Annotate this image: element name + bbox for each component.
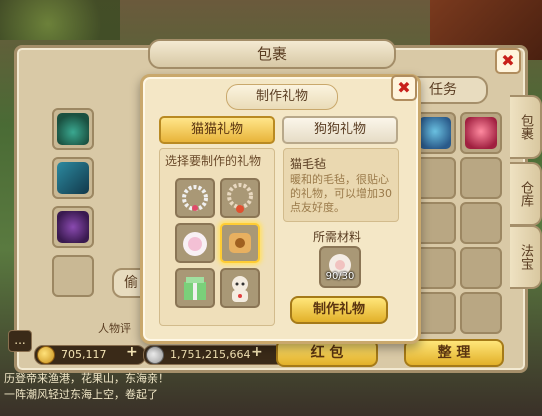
gift-list-label: 选择要制作的礼物 bbox=[165, 154, 262, 168]
blue-mask-icon bbox=[419, 117, 451, 149]
bag-title: 包裹 bbox=[148, 39, 396, 69]
side-tab-treasure[interactable]: 法宝 bbox=[510, 225, 542, 289]
silver-amount: 1,751,215,664 bbox=[143, 345, 289, 365]
gift-item[interactable] bbox=[175, 268, 215, 308]
bead-necklace-icon bbox=[227, 183, 253, 213]
pink-pompom-icon bbox=[183, 232, 207, 256]
bag-slot[interactable] bbox=[460, 202, 502, 244]
weapon-icon bbox=[57, 162, 89, 194]
silver-add-button[interactable]: + bbox=[251, 344, 263, 360]
tab-dog-gifts[interactable]: 狗狗礼物 bbox=[282, 116, 398, 144]
bead-bracelet-icon bbox=[182, 185, 208, 211]
gift-item[interactable] bbox=[175, 223, 215, 263]
gift-item[interactable] bbox=[175, 178, 215, 218]
material-count: 90/30 bbox=[325, 271, 355, 282]
gold-add-button[interactable]: + bbox=[126, 344, 138, 360]
bag-slot[interactable] bbox=[460, 247, 502, 289]
bag-slot[interactable] bbox=[460, 157, 502, 199]
chat-log: 历登帝来渔港，花果山，东海亲！ 一阵潮风轻过东海上空，卷起了 bbox=[0, 370, 300, 416]
gift-item-selected[interactable] bbox=[220, 223, 260, 263]
equip-slot-weapon[interactable] bbox=[52, 157, 94, 199]
helmet-icon bbox=[57, 113, 89, 145]
equip-slot-empty[interactable] bbox=[52, 255, 94, 297]
chat-line: 历登帝来渔港，花果山，东海亲！ bbox=[4, 372, 169, 385]
gift-item[interactable] bbox=[220, 268, 260, 308]
bag-slot[interactable] bbox=[460, 112, 502, 154]
gift-description: 暖和的毛毡，很贴心的礼物，可以增加30点友好度。 bbox=[290, 173, 392, 214]
red-mask-icon bbox=[465, 117, 497, 149]
craft-close-button[interactable]: ✖ bbox=[391, 75, 417, 101]
chat-line: 一阵潮风轻过东海上空，卷起了 bbox=[4, 388, 158, 401]
silver-coin-icon bbox=[146, 346, 164, 364]
lucky-cat-icon bbox=[232, 276, 248, 302]
character-rating-label: 人物评 bbox=[98, 322, 131, 335]
side-tab-bag[interactable]: 包裹 bbox=[510, 95, 542, 159]
craft-dialog-title: 制作礼物 bbox=[226, 84, 338, 110]
bag-slot[interactable] bbox=[460, 292, 502, 334]
sort-button[interactable]: 整 理 bbox=[404, 339, 504, 367]
felt-scroll-icon bbox=[229, 233, 251, 253]
make-gift-button[interactable]: 制作礼物 bbox=[290, 296, 388, 324]
tab-cat-gifts[interactable]: 猫猫礼物 bbox=[159, 116, 275, 144]
gift-name: 猫毛毡 bbox=[290, 157, 327, 171]
chat-bubble-icon[interactable]: ... bbox=[8, 330, 32, 352]
materials-label: 所需材料 bbox=[313, 230, 362, 244]
equip-slot-armor[interactable] bbox=[52, 206, 94, 248]
bag-close-button[interactable]: ✖ bbox=[495, 48, 521, 74]
scene-tree bbox=[0, 0, 120, 40]
side-tab-storage[interactable]: 仓库 bbox=[510, 162, 542, 226]
armor-icon bbox=[57, 211, 89, 243]
gift-box-icon bbox=[184, 277, 206, 300]
gold-coin-icon bbox=[37, 346, 55, 364]
gift-item[interactable] bbox=[220, 178, 260, 218]
equip-slot-helmet[interactable] bbox=[52, 108, 94, 150]
